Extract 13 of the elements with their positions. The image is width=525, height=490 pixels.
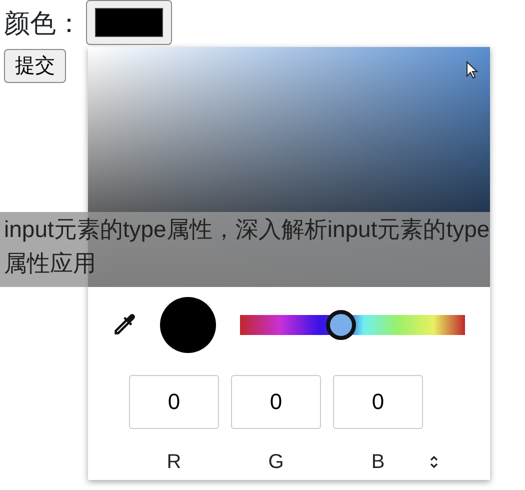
channel-value-field[interactable]: 0 <box>129 375 219 429</box>
mode-toggle-icon[interactable] <box>429 454 439 470</box>
caption-text: input元素的type属性，深入解析input元素的type属性应用 <box>3 215 490 278</box>
channel-label: G <box>267 450 285 475</box>
color-label: 颜色： <box>4 10 82 36</box>
channel-label: R <box>166 450 182 475</box>
channel-value-field[interactable]: 0 <box>231 375 321 429</box>
mouse-pointer-icon <box>466 61 478 79</box>
slider-thumb[interactable] <box>326 310 356 340</box>
channel-value-field[interactable]: 0 <box>333 375 423 429</box>
channel-label: B <box>370 450 386 475</box>
color-swatch-button[interactable] <box>86 0 172 45</box>
submit-button[interactable]: 提交 <box>4 49 66 83</box>
